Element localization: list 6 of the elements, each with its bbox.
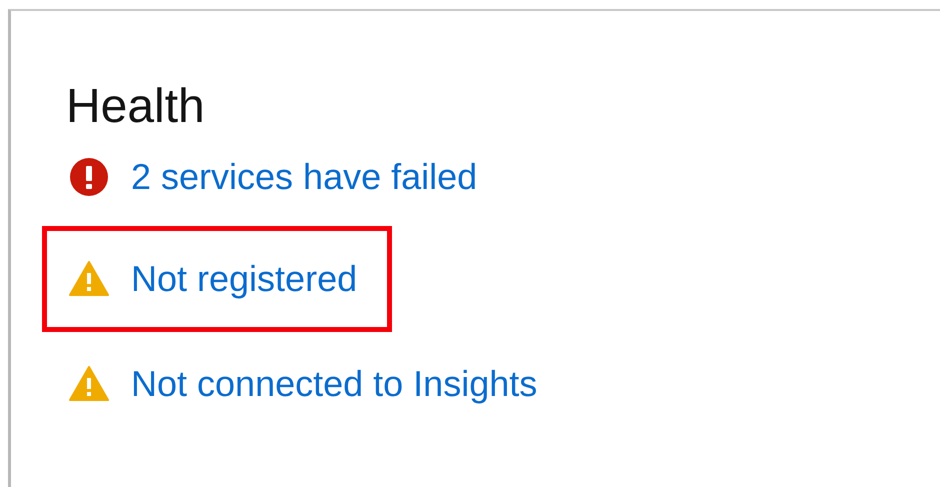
error-icon [69, 157, 109, 197]
warning-icon [69, 259, 109, 299]
status-link[interactable]: Not connected to Insights [131, 363, 538, 405]
card-title: Health [66, 83, 206, 131]
status-link[interactable]: 2 services have failed [131, 156, 478, 198]
warning-icon [69, 364, 109, 404]
